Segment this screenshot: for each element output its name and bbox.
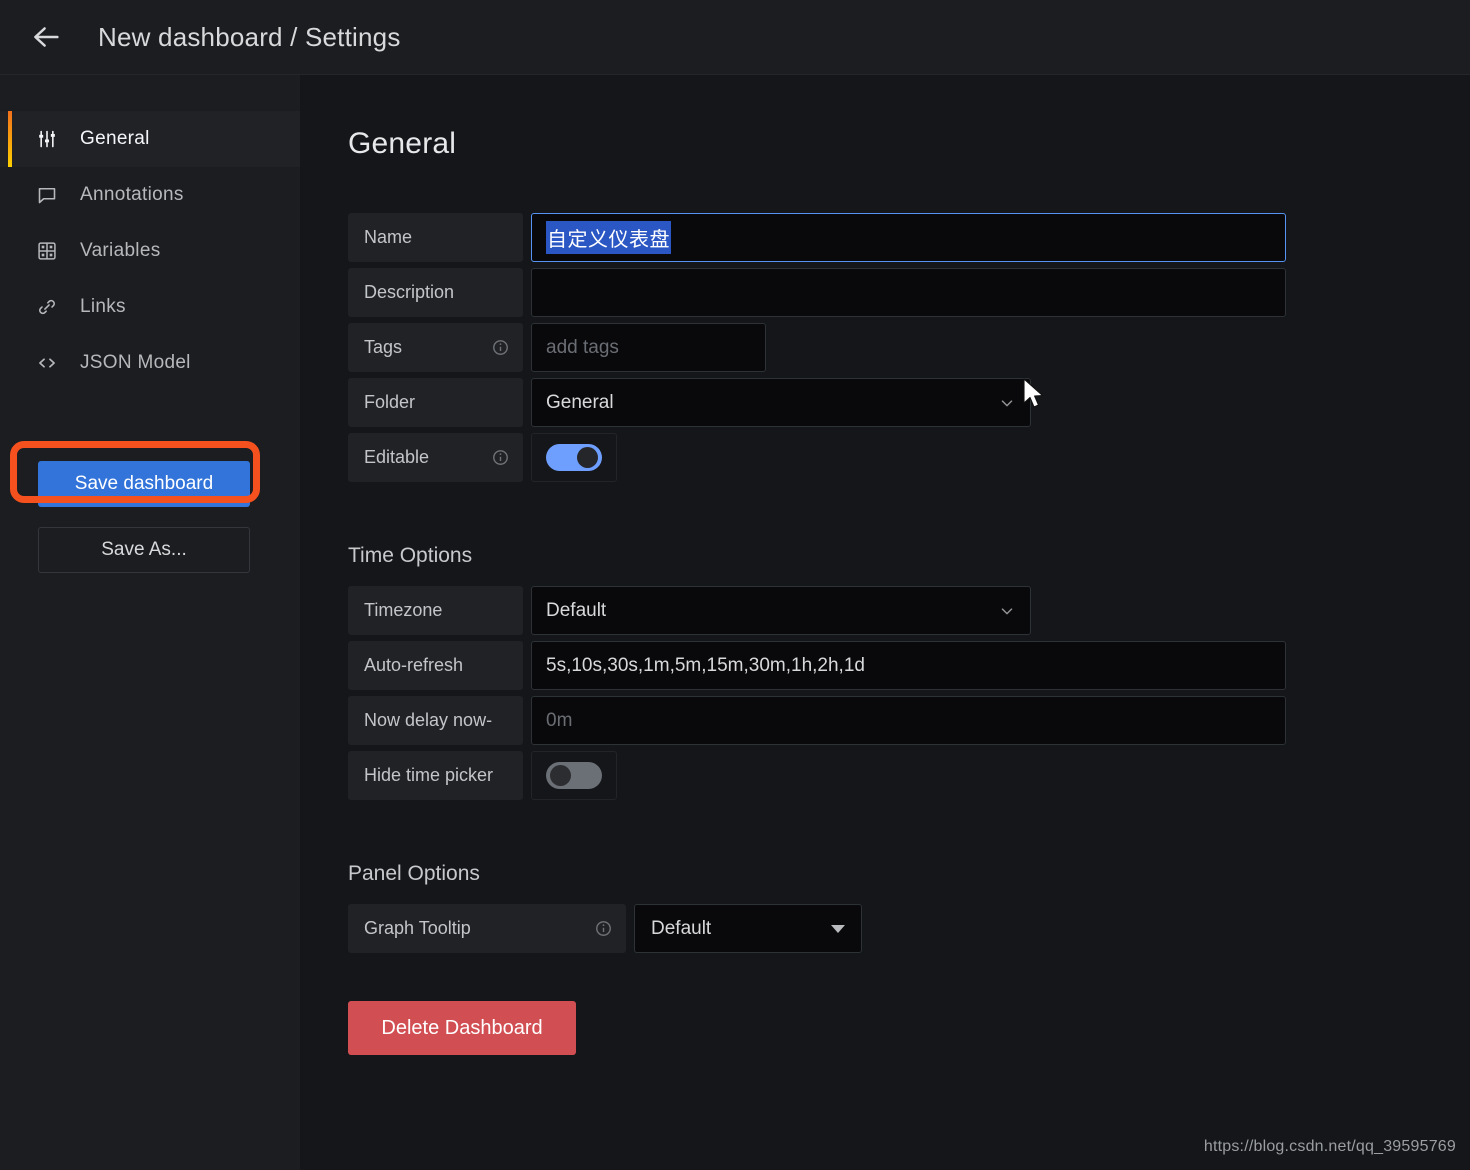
grid-icon [36, 240, 62, 262]
editable-toggle[interactable] [531, 433, 617, 482]
tags-label-text: Tags [364, 337, 403, 357]
field-row-name: Name 自定义仪表盘 [348, 213, 1470, 262]
folder-select-value: General [546, 391, 614, 413]
auto-refresh-input[interactable] [531, 641, 1286, 690]
folder-select[interactable]: General [531, 378, 1031, 427]
sidebar-item-general[interactable]: General [0, 111, 300, 167]
timezone-select[interactable]: Default [531, 586, 1031, 635]
settings-main-panel: General Name 自定义仪表盘 Description Tags add… [300, 75, 1470, 1170]
caret-down-icon [831, 924, 845, 933]
sidebar-item-json-model[interactable]: JSON Model [0, 335, 300, 391]
folder-label: Folder [348, 378, 523, 427]
watermark-url: https://blog.csdn.net/qq_39595769 [1203, 1138, 1456, 1155]
save-dashboard-button[interactable]: Save dashboard [38, 461, 250, 507]
code-icon [36, 352, 62, 374]
graph-tooltip-label-text: Graph Tooltip [364, 918, 471, 938]
field-row-description: Description [348, 268, 1470, 317]
field-row-now-delay: Now delay now- [348, 696, 1470, 745]
tags-input[interactable] [531, 323, 766, 372]
hide-time-picker-label: Hide time picker [348, 751, 523, 800]
top-bar: New dashboard / Settings [0, 0, 1470, 75]
name-label: Name [348, 213, 523, 262]
folder-label-text: Folder [364, 392, 416, 412]
settings-sidebar: General Annotations Variables Links JSON… [0, 75, 300, 1170]
field-row-hide-time-picker: Hide time picker [348, 751, 1470, 800]
page-title: General [348, 127, 457, 160]
timezone-label-text: Timezone [364, 600, 443, 620]
sidebar-item-links[interactable]: Links [0, 279, 300, 335]
field-row-auto-refresh: Auto-refresh [348, 641, 1470, 690]
chevron-down-icon [998, 394, 1016, 412]
time-options-heading: Time Options [348, 544, 473, 567]
panel-options-heading: Panel Options [348, 862, 480, 885]
now-delay-label: Now delay now- [348, 696, 523, 745]
editable-label-text: Editable [364, 447, 430, 467]
field-row-folder: Folder General [348, 378, 1470, 427]
hide-time-picker-label-text: Hide time picker [364, 765, 494, 785]
timezone-select-value: Default [546, 599, 607, 621]
sidebar-item-variables[interactable]: Variables [0, 223, 300, 279]
link-icon [36, 296, 62, 318]
info-circle-icon[interactable] [595, 920, 612, 937]
description-label-text: Description [364, 282, 455, 302]
chevron-down-icon [998, 602, 1016, 620]
comment-icon [36, 184, 62, 206]
info-circle-icon[interactable] [492, 449, 509, 466]
field-row-timezone: Timezone Default [348, 586, 1470, 635]
editable-label: Editable [348, 433, 523, 482]
breadcrumb-title: New dashboard / Settings [98, 21, 401, 52]
sidebar-item-annotations[interactable]: Annotations [0, 167, 300, 223]
field-row-graph-tooltip: Graph Tooltip Default [348, 904, 1470, 953]
field-row-tags: Tags [348, 323, 1470, 372]
sidebar-item-label: General [80, 128, 150, 149]
graph-tooltip-label: Graph Tooltip [348, 904, 626, 953]
sliders-icon [36, 128, 62, 150]
sidebar-item-label: Links [80, 296, 126, 317]
back-button[interactable] [16, 7, 76, 67]
sidebar-item-label: Annotations [80, 184, 184, 205]
editable-toggle-switch [546, 444, 602, 471]
arrow-left-icon [29, 20, 63, 54]
save-actions: Save dashboard Save As... [0, 441, 300, 573]
timezone-label: Timezone [348, 586, 523, 635]
graph-tooltip-value: Default [651, 917, 712, 939]
info-circle-icon[interactable] [492, 339, 509, 356]
now-delay-input[interactable] [531, 696, 1286, 745]
settings-nav-list: General Annotations Variables Links JSON… [0, 75, 300, 391]
toggle-knob [550, 765, 571, 786]
delete-dashboard-button[interactable]: Delete Dashboard [348, 1001, 576, 1055]
name-input-value: 自定义仪表盘 [546, 221, 671, 254]
toggle-knob [577, 447, 598, 468]
graph-tooltip-select[interactable]: Default [634, 904, 862, 953]
description-label: Description [348, 268, 523, 317]
field-row-editable: Editable [348, 433, 1470, 482]
description-input[interactable] [531, 268, 1286, 317]
sidebar-item-label: Variables [80, 240, 161, 261]
auto-refresh-label: Auto-refresh [348, 641, 523, 690]
tags-label: Tags [348, 323, 523, 372]
now-delay-label-text: Now delay now- [364, 710, 493, 730]
hide-time-picker-toggle[interactable] [531, 751, 617, 800]
name-input[interactable]: 自定义仪表盘 [531, 213, 1286, 262]
hide-time-picker-toggle-switch [546, 762, 602, 789]
name-label-text: Name [364, 227, 413, 247]
save-as-button[interactable]: Save As... [38, 527, 250, 573]
auto-refresh-label-text: Auto-refresh [364, 655, 464, 675]
sidebar-item-label: JSON Model [80, 352, 191, 373]
